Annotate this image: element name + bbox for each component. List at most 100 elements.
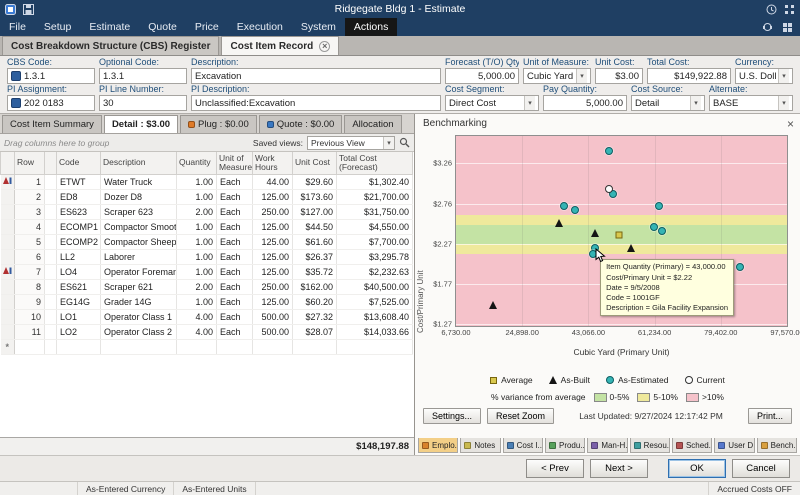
- cell-description[interactable]: Water Truck: [101, 174, 177, 189]
- bottom-tab-bench[interactable]: Bench...: [757, 438, 797, 453]
- cell-unit-cost[interactable]: $29.60: [293, 174, 337, 189]
- optional-code-input[interactable]: 1.3.1: [99, 68, 187, 84]
- grid-row[interactable]: 6LL2Laborer1.00Each125.00$26.37$3,295.78: [1, 249, 413, 264]
- bottom-tab-man-h[interactable]: Man-H...: [587, 438, 627, 453]
- cell-work-hours[interactable]: 44.00: [253, 174, 293, 189]
- new-row[interactable]: *: [1, 339, 413, 354]
- column-header-description[interactable]: Description: [101, 152, 177, 174]
- grid-row[interactable]: 2ED8Dozer D81.00Each125.00$173.60$21,700…: [1, 189, 413, 204]
- cell-uom[interactable]: Each: [217, 324, 253, 339]
- data-point-as-estimated[interactable]: [650, 223, 658, 231]
- cell-code[interactable]: EG14G: [57, 294, 101, 309]
- bottom-tab-user-d[interactable]: User D...: [714, 438, 754, 453]
- cell-unit-cost[interactable]: $28.07: [293, 324, 337, 339]
- column-header-quantity[interactable]: Quantity: [177, 152, 217, 174]
- cell-quantity[interactable]: 1.00: [177, 219, 217, 234]
- data-point-as-estimated[interactable]: [605, 147, 613, 155]
- dropdown-arrow-icon[interactable]: ▾: [778, 96, 789, 110]
- chart-plot-area[interactable]: $3.26$2.76$2.27$1.77$1.276,730.0024,898.…: [455, 135, 788, 327]
- bottom-tab-resou[interactable]: Resou...: [630, 438, 670, 453]
- column-header-row[interactable]: Row: [15, 152, 45, 174]
- print-button[interactable]: Print...: [748, 408, 792, 424]
- cell-quantity[interactable]: 1.00: [177, 174, 217, 189]
- cell-total-cost[interactable]: $4,550.00: [337, 219, 413, 234]
- cell-unit-cost[interactable]: $44.50: [293, 219, 337, 234]
- support-icon[interactable]: [762, 22, 773, 33]
- menu-setup[interactable]: Setup: [35, 18, 80, 36]
- cell-quantity[interactable]: 1.00: [177, 264, 217, 279]
- cell-unit-cost[interactable]: $27.32: [293, 309, 337, 324]
- cell-quantity[interactable]: 2.00: [177, 204, 217, 219]
- cell-uom[interactable]: Each: [217, 249, 253, 264]
- grid-row[interactable]: 7LO4Operator Foreman1.00Each125.00$35.72…: [1, 264, 413, 279]
- cell-unit-cost[interactable]: $35.72: [293, 264, 337, 279]
- data-point-as-built[interactable]: [627, 244, 635, 252]
- menu-actions[interactable]: Actions: [345, 18, 397, 36]
- tab-detail-3-00[interactable]: Detail : $3.00: [104, 115, 178, 133]
- data-point-as-built[interactable]: [489, 301, 497, 309]
- pi-assignment-input[interactable]: 202 0183: [7, 95, 95, 111]
- column-header-code[interactable]: Code: [57, 152, 101, 174]
- grid-row[interactable]: 10LO1Operator Class 14.00Each500.00$27.3…: [1, 309, 413, 324]
- cell-code[interactable]: ES623: [57, 204, 101, 219]
- cost-segment-input[interactable]: Direct Cost▾: [445, 95, 539, 111]
- search-icon[interactable]: [399, 137, 410, 148]
- cell-quantity[interactable]: 1.00: [177, 189, 217, 204]
- menu-estimate[interactable]: Estimate: [80, 18, 139, 36]
- next-button[interactable]: Next >: [590, 459, 648, 478]
- tab-allocation[interactable]: Allocation: [344, 115, 401, 133]
- cell-unit-cost[interactable]: $127.00: [293, 204, 337, 219]
- menu-file[interactable]: File: [0, 18, 35, 36]
- tab-cost-item-summary[interactable]: Cost Item Summary: [2, 115, 102, 133]
- column-header-blank[interactable]: [1, 152, 15, 174]
- tab-quote-0-00[interactable]: Quote : $0.00: [259, 115, 343, 133]
- cell-description[interactable]: Grader 14G: [101, 294, 177, 309]
- cell-uom[interactable]: Each: [217, 204, 253, 219]
- apps-grid-icon[interactable]: [784, 4, 795, 15]
- cell-total-cost[interactable]: $40,500.00: [337, 279, 413, 294]
- data-point-as-estimated[interactable]: [658, 227, 666, 235]
- saved-views-select[interactable]: Previous View ▾: [307, 136, 395, 150]
- cell-uom[interactable]: Each: [217, 219, 253, 234]
- cell-uom[interactable]: Each: [217, 174, 253, 189]
- cell-description[interactable]: Operator Class 2: [101, 324, 177, 339]
- bottom-tab-emplo[interactable]: Emplo...: [418, 438, 458, 453]
- cell-work-hours[interactable]: 500.00: [253, 324, 293, 339]
- bottom-tab-cost-i[interactable]: Cost I...: [503, 438, 543, 453]
- cell-uom[interactable]: Each: [217, 294, 253, 309]
- unit-cost-input[interactable]: $3.00: [595, 68, 643, 84]
- modules-grid-icon[interactable]: [782, 22, 793, 33]
- cell-description[interactable]: Compactor Smooth ...: [101, 219, 177, 234]
- cell-unit-cost[interactable]: $162.00: [293, 279, 337, 294]
- history-icon[interactable]: [766, 4, 777, 15]
- cell-unit-cost[interactable]: $173.60: [293, 189, 337, 204]
- description-input[interactable]: Excavation: [191, 68, 441, 84]
- cell-total-cost[interactable]: $21,700.00: [337, 189, 413, 204]
- menu-execution[interactable]: Execution: [228, 18, 292, 36]
- cell-quantity[interactable]: 1.00: [177, 294, 217, 309]
- prev-button[interactable]: < Prev: [526, 459, 584, 478]
- cell-description[interactable]: Scraper 621: [101, 279, 177, 294]
- ok-button[interactable]: OK: [668, 459, 726, 478]
- pi-line-number-input[interactable]: 30: [99, 95, 187, 111]
- cell-code[interactable]: LO4: [57, 264, 101, 279]
- column-header-unit-cost[interactable]: Unit Cost: [293, 152, 337, 174]
- cell-total-cost[interactable]: $2,232.63: [337, 264, 413, 279]
- column-header-unit-of-measure[interactable]: Unit of Measure: [217, 152, 253, 174]
- dropdown-arrow-icon[interactable]: ▾: [524, 96, 535, 110]
- cell-total-cost[interactable]: $14,033.66: [337, 324, 413, 339]
- cell-code[interactable]: ED8: [57, 189, 101, 204]
- cell-total-cost[interactable]: $1,302.40: [337, 174, 413, 189]
- cell-quantity[interactable]: 4.00: [177, 309, 217, 324]
- cell-total-cost[interactable]: $13,608.40: [337, 309, 413, 324]
- cell-uom[interactable]: Each: [217, 234, 253, 249]
- column-header-work-hours[interactable]: Work Hours: [253, 152, 293, 174]
- cell-unit-cost[interactable]: $61.60: [293, 234, 337, 249]
- cell-unit-cost[interactable]: $60.20: [293, 294, 337, 309]
- bottom-tab-sched[interactable]: Sched...: [672, 438, 712, 453]
- data-point-as-estimated[interactable]: [571, 206, 579, 214]
- pay-quantity-input[interactable]: 5,000.00: [543, 95, 627, 111]
- grid-row[interactable]: 3ES623Scraper 6232.00Each250.00$127.00$3…: [1, 204, 413, 219]
- cell-quantity[interactable]: 1.00: [177, 234, 217, 249]
- tab-plug-0-00[interactable]: Plug : $0.00: [180, 115, 257, 133]
